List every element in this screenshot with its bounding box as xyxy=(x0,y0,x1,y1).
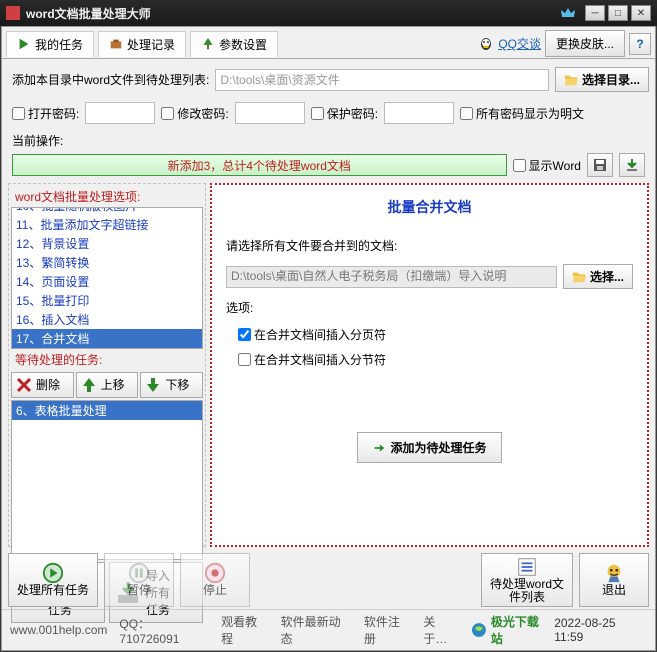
choose-dir-label: 选择目录... xyxy=(582,71,640,88)
move-down-button[interactable]: 下移 xyxy=(140,372,203,398)
queue-heading: 等待处理的任务: xyxy=(11,349,203,370)
add-dir-label: 添加本目录中word文件到待处理列表: xyxy=(12,71,209,88)
change-skin-button[interactable]: 更换皮肤... xyxy=(545,30,625,57)
choose-target-label: 选择... xyxy=(590,268,624,285)
maximize-button[interactable]: □ xyxy=(608,5,628,21)
plain-pwd-check[interactable]: 所有密码显示为明文 xyxy=(460,105,584,122)
prot-pwd-input[interactable] xyxy=(384,102,454,124)
list-item[interactable]: 14、页面设置 xyxy=(12,272,202,291)
delete-button[interactable]: 删除 xyxy=(11,372,74,398)
window-title: word文档批量处理大师 xyxy=(26,5,560,22)
tab-label: 处理记录 xyxy=(127,36,175,53)
pause-circle-icon xyxy=(128,562,150,584)
file-list-button[interactable]: 待处理word文 件列表 xyxy=(481,553,573,607)
options-heading: word文档批量处理选项: xyxy=(11,186,203,207)
register-link[interactable]: 软件注册 xyxy=(364,613,412,647)
list-item[interactable]: 6、表格批量处理 xyxy=(12,401,202,420)
qq-link-text: QQ交谈 xyxy=(498,35,541,52)
download-icon xyxy=(624,157,640,173)
floppy-icon xyxy=(592,157,608,173)
add-task-button[interactable]: 添加为待处理任务 xyxy=(357,432,501,463)
tab-label: 我的任务 xyxy=(35,36,83,53)
crown-icon xyxy=(560,5,576,21)
brand-text: 极光下载站 xyxy=(491,613,550,647)
help-button[interactable]: ? xyxy=(629,33,651,55)
open-pwd-input[interactable] xyxy=(85,102,155,124)
mod-pwd-check[interactable]: 修改密码: xyxy=(161,105,228,122)
move-up-button[interactable]: 上移 xyxy=(76,372,139,398)
stop-circle-icon xyxy=(204,562,226,584)
play-circle-icon xyxy=(42,562,64,584)
page-break-check[interactable]: 在合并文档间插入分页符 xyxy=(238,326,621,343)
qq-chat-link[interactable]: QQ交谈 xyxy=(478,35,541,52)
choose-target-button[interactable]: 选择... xyxy=(563,264,633,289)
briefcase-icon xyxy=(109,37,123,51)
tab-my-tasks[interactable]: 我的任务 xyxy=(6,31,94,57)
target-path-input[interactable]: D:\tools\桌面\自然人电子税务局（扣缴端）导入说明 xyxy=(226,266,557,288)
show-word-check[interactable]: 显示Word xyxy=(513,157,581,174)
stop-button[interactable]: 停止 xyxy=(180,553,250,607)
list-item[interactable]: 16、插入文档 xyxy=(12,310,202,329)
queue-list[interactable]: 6、表格批量处理 xyxy=(11,400,203,560)
arrow-up-icon xyxy=(79,375,99,395)
play-icon xyxy=(17,37,31,51)
folder-open-icon xyxy=(572,270,586,284)
current-op-label: 当前操作: xyxy=(2,130,655,151)
download-status-button[interactable] xyxy=(619,153,645,177)
status-bar: 新添加3，总计4个待处理word文档 xyxy=(12,154,507,176)
list-item[interactable]: 12、背景设置 xyxy=(12,234,202,253)
choose-dir-button[interactable]: 选择目录... xyxy=(555,67,649,92)
close-button[interactable]: ✕ xyxy=(631,5,651,21)
list-item[interactable]: 15、批量打印 xyxy=(12,291,202,310)
prot-pwd-check[interactable]: 保护密码: xyxy=(311,105,378,122)
exit-button[interactable]: 退出 xyxy=(579,553,649,607)
arrow-down-icon xyxy=(143,375,163,395)
save-status-button[interactable] xyxy=(587,153,613,177)
run-all-button[interactable]: 处理所有任务 xyxy=(8,553,98,607)
tab-history[interactable]: 处理记录 xyxy=(98,31,186,57)
tab-label: 参数设置 xyxy=(219,36,267,53)
exit-icon xyxy=(603,562,625,584)
tab-settings[interactable]: 参数设置 xyxy=(190,31,278,57)
section-break-check[interactable]: 在合并文档间插入分节符 xyxy=(238,351,621,368)
add-task-label: 添加为待处理任务 xyxy=(390,439,486,456)
open-pwd-check[interactable]: 打开密码: xyxy=(12,105,79,122)
pause-button[interactable]: 暂停 xyxy=(104,553,174,607)
list-item[interactable]: 13、繁简转换 xyxy=(12,253,202,272)
timestamp: 2022-08-25 11:59 xyxy=(554,616,647,644)
list-item[interactable]: 10、批量随机版权图片 xyxy=(12,207,202,215)
app-logo-icon xyxy=(6,6,20,20)
qq-number: QQ：710726091 xyxy=(119,615,209,646)
dir-path-input[interactable] xyxy=(215,69,549,91)
options-list[interactable]: 8、批量运行word宏代码9、批量版权/随机文字10、批量随机版权图片11、批量… xyxy=(11,207,203,349)
options-label: 选项: xyxy=(218,293,641,322)
news-link[interactable]: 软件最新动态 xyxy=(281,613,352,647)
list-icon xyxy=(516,556,538,578)
brand-icon xyxy=(471,622,487,638)
site-link[interactable]: www.001help.com xyxy=(10,623,107,637)
target-label: 请选择所有文件要合并到的文档: xyxy=(218,231,641,260)
list-item[interactable]: 11、批量添加文字超链接 xyxy=(12,215,202,234)
panel-title: 批量合并文档 xyxy=(218,191,641,231)
about-link[interactable]: 关于… xyxy=(423,613,459,647)
tree-icon xyxy=(201,37,215,51)
x-icon xyxy=(14,375,34,395)
minimize-button[interactable]: ─ xyxy=(585,5,605,21)
tutorial-link[interactable]: 观看教程 xyxy=(221,613,269,647)
folder-open-icon xyxy=(564,73,578,87)
list-item[interactable]: 17、合并文档 xyxy=(12,329,202,348)
qq-icon xyxy=(478,36,494,52)
mod-pwd-input[interactable] xyxy=(235,102,305,124)
right-arrow-icon xyxy=(372,441,386,455)
